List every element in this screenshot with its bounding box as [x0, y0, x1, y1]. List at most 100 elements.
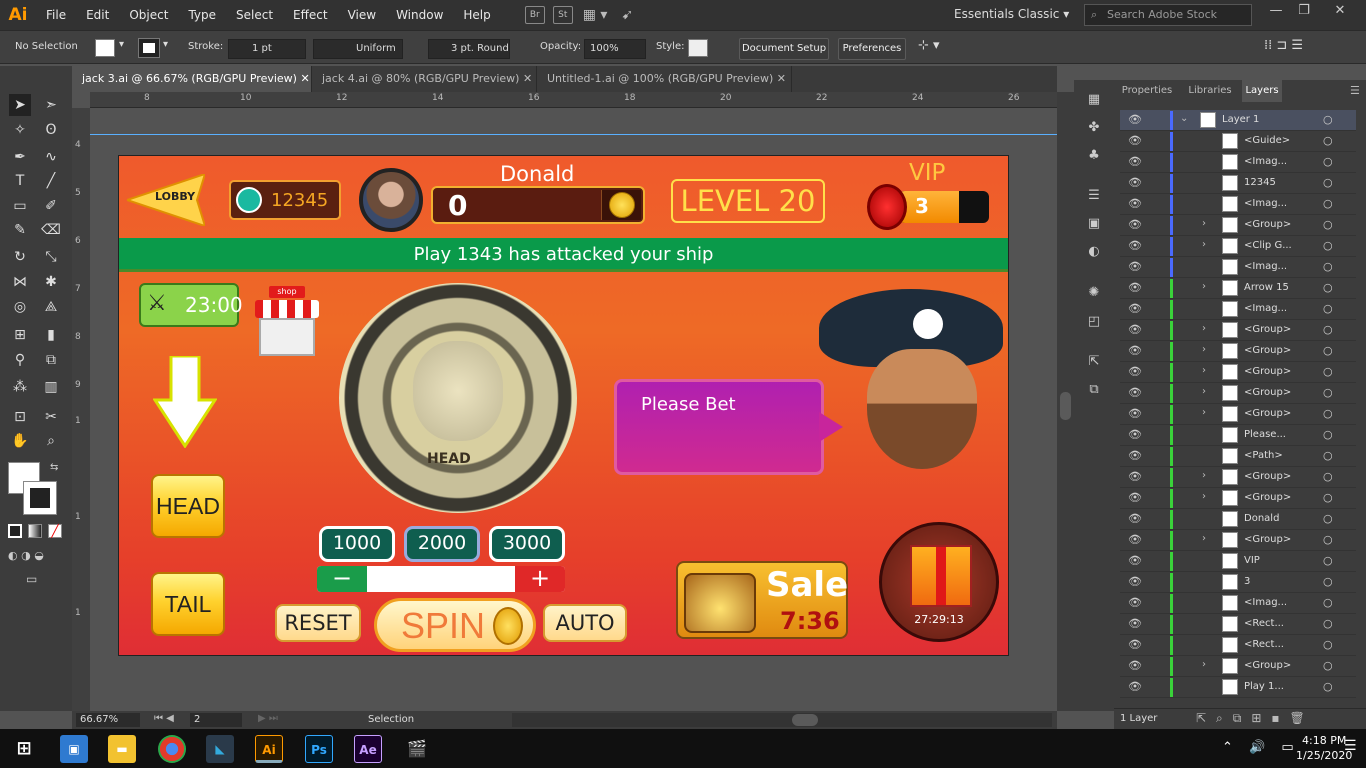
paintbrush-tool-icon[interactable]: ✐	[40, 195, 62, 217]
menu-object[interactable]: Object	[119, 0, 178, 30]
artboard-game-ui[interactable]: LOBBY 12345 Donald 0 LEVEL 20 VIP 3 Play…	[118, 155, 1009, 656]
scroll-thumb[interactable]	[1060, 392, 1071, 420]
symbol-sprayer-tool-icon[interactable]: ⁂	[9, 376, 31, 398]
minus-button[interactable]: −	[317, 566, 367, 592]
layer-actions[interactable]: ⇱⌕⧉⊞▪🗑	[1196, 711, 1315, 726]
visibility-eye-icon[interactable]: 👁	[1128, 176, 1142, 189]
layer-name[interactable]: <Imag...	[1244, 156, 1287, 167]
shape-builder-tool-icon[interactable]: ◎	[9, 296, 31, 318]
target-circle-icon[interactable]: ○	[1323, 134, 1333, 147]
layer-name[interactable]: VIP	[1244, 555, 1260, 566]
graphic-style-swatch[interactable]	[688, 39, 708, 57]
target-circle-icon[interactable]: ○	[1323, 617, 1333, 630]
visibility-eye-icon[interactable]: 👁	[1128, 323, 1142, 336]
layer-row[interactable]: 👁 <Rect... ○	[1120, 614, 1356, 635]
layer-row[interactable]: 👁 Please... ○	[1120, 425, 1356, 446]
twirl-icon[interactable]: ›	[1202, 407, 1206, 418]
target-circle-icon[interactable]: ○	[1323, 428, 1333, 441]
target-circle-icon[interactable]: ○	[1323, 323, 1333, 336]
control-panel-icon[interactable]: ▣	[60, 735, 88, 763]
workspace-switcher[interactable]: Essentials Classic ▾	[954, 7, 1069, 21]
layer-row[interactable]: 👁 › <Group> ○	[1120, 488, 1356, 509]
close-button[interactable]: ✕	[1326, 0, 1354, 24]
stroke-color-swatch[interactable]	[23, 481, 57, 515]
gradient-panel-icon[interactable]: ▣	[1084, 216, 1104, 234]
hand-tool-icon[interactable]: ✋	[9, 430, 31, 452]
artboard-nav-prev[interactable]: ⏮ ◀	[154, 713, 174, 724]
layer-row[interactable]: 👁 <Imag... ○	[1120, 194, 1356, 215]
graphic-styles-panel-icon[interactable]: ◰	[1084, 314, 1104, 332]
target-circle-icon[interactable]: ○	[1323, 155, 1333, 168]
visibility-eye-icon[interactable]: 👁	[1128, 554, 1142, 567]
layer-row[interactable]: 👁 Play 1... ○	[1120, 677, 1356, 698]
layer-name[interactable]: <Group>	[1244, 660, 1291, 671]
layer-row[interactable]: 👁 12345 ○	[1120, 173, 1356, 194]
visibility-eye-icon[interactable]: 👁	[1128, 239, 1142, 252]
bridge-button[interactable]: Br	[524, 6, 545, 24]
layer-row[interactable]: 👁 VIP ○	[1120, 551, 1356, 572]
target-circle-icon[interactable]: ○	[1323, 365, 1333, 378]
auto-button[interactable]: AUTO	[543, 604, 627, 642]
tail-button[interactable]: TAIL	[151, 572, 225, 636]
visibility-eye-icon[interactable]: 👁	[1128, 428, 1142, 441]
windows-start-icon[interactable]: ⊞	[10, 735, 38, 763]
target-circle-icon[interactable]: ○	[1323, 344, 1333, 357]
clapperboard-icon[interactable]: 🎬	[403, 735, 431, 763]
stroke-panel-icon[interactable]: ☰	[1084, 188, 1104, 206]
chevron-down-icon[interactable]: ▾	[163, 39, 168, 50]
close-icon[interactable]: ✕	[777, 72, 786, 85]
variable-width-profile[interactable]: Uniform	[313, 39, 403, 59]
visibility-eye-icon[interactable]: 👁	[1128, 407, 1142, 420]
menu-window[interactable]: Window	[386, 0, 453, 30]
after-effects-taskbar-icon[interactable]: Ae	[354, 735, 382, 763]
layer-row[interactable]: 👁 › Arrow 15 ○	[1120, 278, 1356, 299]
visibility-eye-icon[interactable]: 👁	[1128, 638, 1142, 651]
layer-row[interactable]: 👁 Donald ○	[1120, 509, 1356, 530]
visibility-eye-icon[interactable]: 👁	[1128, 659, 1142, 672]
gift-button[interactable]: 27:29:13	[879, 522, 999, 642]
zoom-tool-icon[interactable]: ⌕	[40, 430, 62, 452]
layer-row[interactable]: 👁 › <Group> ○	[1120, 656, 1356, 677]
target-circle-icon[interactable]: ○	[1323, 386, 1333, 399]
slice-tool-icon[interactable]: ✂	[40, 406, 62, 428]
visibility-eye-icon[interactable]: 👁	[1128, 302, 1142, 315]
twirl-icon[interactable]: ›	[1202, 470, 1206, 481]
screen-mode-icon[interactable]: ▭	[26, 572, 37, 586]
twirl-icon[interactable]: ›	[1202, 281, 1206, 292]
system-tray[interactable]: ⌃ 🔊 ▭	[1222, 740, 1300, 755]
blend-tool-icon[interactable]: ⧉	[40, 349, 62, 371]
layer-row[interactable]: 👁 <Rect... ○	[1120, 635, 1356, 656]
tab-layers[interactable]: Layers	[1242, 80, 1282, 102]
line-tool-icon[interactable]: ╱	[40, 170, 62, 192]
eyedropper-tool-icon[interactable]: ⚲	[9, 349, 31, 371]
pen-tool-icon[interactable]: ✒	[9, 146, 31, 168]
none-mode-icon[interactable]: ╱	[48, 524, 62, 538]
transform-panel-icon[interactable]: ⧉	[1084, 382, 1104, 400]
artboard-nav-next[interactable]: ▶ ⏭	[258, 713, 278, 724]
restore-button[interactable]: ❐	[1290, 0, 1318, 24]
layer-name[interactable]: <Group>	[1244, 219, 1291, 230]
menu-view[interactable]: View	[338, 0, 386, 30]
target-circle-icon[interactable]: ○	[1323, 659, 1333, 672]
stroke-swatch[interactable]	[138, 38, 160, 58]
color-mode-icon[interactable]	[8, 524, 22, 538]
tab-jack-4[interactable]: jack 4.ai @ 80% (RGB/GPU Preview) ✕	[312, 66, 537, 92]
visibility-eye-icon[interactable]: 👁	[1128, 470, 1142, 483]
layer-row[interactable]: 👁 › <Group> ○	[1120, 383, 1356, 404]
lasso-tool-icon[interactable]: ʘ	[40, 119, 62, 141]
layer-row[interactable]: 👁 › <Group> ○	[1120, 341, 1356, 362]
stroke-weight-field[interactable]: 1 pt	[228, 39, 306, 59]
layer-name[interactable]: <Group>	[1244, 387, 1291, 398]
artboard-number-field[interactable]: 2	[190, 713, 242, 727]
layer-name[interactable]: <Group>	[1244, 408, 1291, 419]
layer-name[interactable]: <Guide>	[1244, 135, 1290, 146]
layer-name[interactable]: <Group>	[1244, 345, 1291, 356]
visibility-eye-icon[interactable]: 👁	[1128, 512, 1142, 525]
bet-slider[interactable]: − +	[317, 566, 565, 592]
visibility-eye-icon[interactable]: 👁	[1128, 533, 1142, 546]
plus-button[interactable]: +	[515, 566, 565, 592]
layer-row[interactable]: 👁 3 ○	[1120, 572, 1356, 593]
layer-row[interactable]: 👁 › <Group> ○	[1120, 362, 1356, 383]
layer-name[interactable]: 12345	[1244, 177, 1276, 188]
chrome-icon[interactable]	[158, 735, 186, 763]
